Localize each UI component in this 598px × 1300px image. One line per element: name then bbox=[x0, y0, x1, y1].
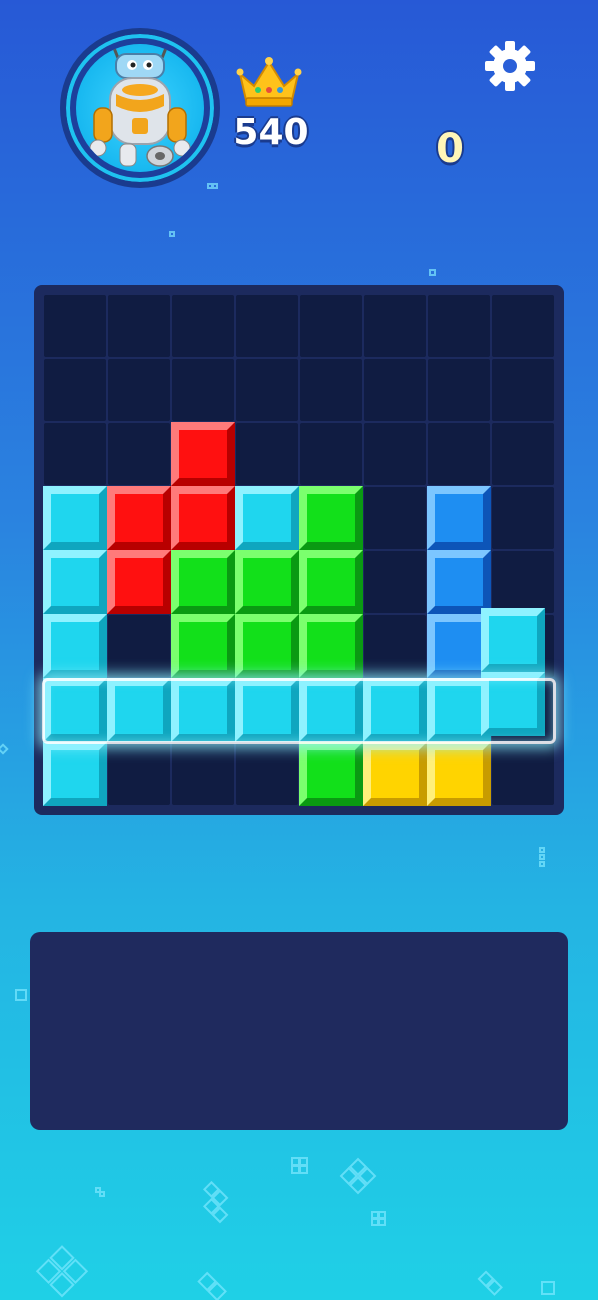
piece-tray[interactable] bbox=[30, 932, 568, 1130]
board-cell[interactable] bbox=[236, 295, 298, 357]
gear-icon[interactable] bbox=[484, 40, 536, 92]
board-cell[interactable] bbox=[492, 487, 554, 549]
board-cell[interactable] bbox=[300, 295, 362, 357]
board-cell[interactable] bbox=[108, 423, 170, 485]
placed-block bbox=[43, 550, 107, 614]
board-cell[interactable] bbox=[428, 359, 490, 421]
placed-block bbox=[235, 678, 299, 742]
board-cell[interactable] bbox=[492, 423, 554, 485]
board-cell[interactable] bbox=[300, 423, 362, 485]
board-cell[interactable] bbox=[428, 423, 490, 485]
placed-block bbox=[299, 742, 363, 806]
board-cell[interactable] bbox=[108, 359, 170, 421]
board-cell[interactable] bbox=[172, 295, 234, 357]
placed-block bbox=[171, 486, 235, 550]
placed-block bbox=[363, 742, 427, 806]
dragging-piece-block[interactable] bbox=[481, 608, 545, 672]
board-cell[interactable] bbox=[108, 615, 170, 677]
board-cell[interactable] bbox=[44, 423, 106, 485]
placed-block bbox=[107, 550, 171, 614]
placed-block bbox=[299, 550, 363, 614]
placed-block bbox=[299, 678, 363, 742]
placed-block bbox=[171, 550, 235, 614]
board-cell[interactable] bbox=[428, 295, 490, 357]
board-cell[interactable] bbox=[172, 359, 234, 421]
dragging-piece-block[interactable] bbox=[481, 672, 545, 736]
board-cell[interactable] bbox=[364, 359, 426, 421]
placed-block bbox=[171, 678, 235, 742]
placed-block bbox=[43, 486, 107, 550]
placed-block bbox=[235, 550, 299, 614]
board-cell[interactable] bbox=[492, 359, 554, 421]
current-score: 0 bbox=[436, 126, 464, 172]
game-board[interactable] bbox=[34, 285, 564, 815]
board-cell[interactable] bbox=[364, 295, 426, 357]
board-cell[interactable] bbox=[364, 615, 426, 677]
board-cell[interactable] bbox=[492, 295, 554, 357]
placed-block bbox=[107, 486, 171, 550]
board-cell[interactable] bbox=[364, 551, 426, 613]
placed-block bbox=[43, 678, 107, 742]
board-cell[interactable] bbox=[364, 423, 426, 485]
board-cell[interactable] bbox=[236, 359, 298, 421]
placed-block bbox=[427, 486, 491, 550]
placed-block bbox=[427, 550, 491, 614]
board-cell[interactable] bbox=[300, 359, 362, 421]
placed-block bbox=[107, 678, 171, 742]
board-cell[interactable] bbox=[364, 487, 426, 549]
placed-block bbox=[299, 614, 363, 678]
best-score: 540 bbox=[233, 112, 309, 153]
placed-block bbox=[427, 742, 491, 806]
board-grid[interactable] bbox=[43, 295, 556, 807]
board-cell[interactable] bbox=[236, 423, 298, 485]
placed-block bbox=[235, 486, 299, 550]
board-cell[interactable] bbox=[492, 551, 554, 613]
placed-block bbox=[43, 742, 107, 806]
board-cell[interactable] bbox=[44, 359, 106, 421]
placed-block bbox=[43, 614, 107, 678]
board-cell[interactable] bbox=[236, 743, 298, 805]
placed-block bbox=[171, 614, 235, 678]
placed-block bbox=[299, 486, 363, 550]
board-cell[interactable] bbox=[108, 743, 170, 805]
board-cell[interactable] bbox=[172, 743, 234, 805]
placed-block bbox=[235, 614, 299, 678]
player-avatar[interactable] bbox=[60, 28, 220, 188]
placed-block bbox=[171, 422, 235, 486]
robot-avatar-icon bbox=[89, 47, 191, 167]
board-cell[interactable] bbox=[108, 295, 170, 357]
board-cell[interactable] bbox=[492, 743, 554, 805]
placed-block bbox=[363, 678, 427, 742]
board-cell[interactable] bbox=[44, 295, 106, 357]
crown-icon bbox=[236, 57, 302, 107]
